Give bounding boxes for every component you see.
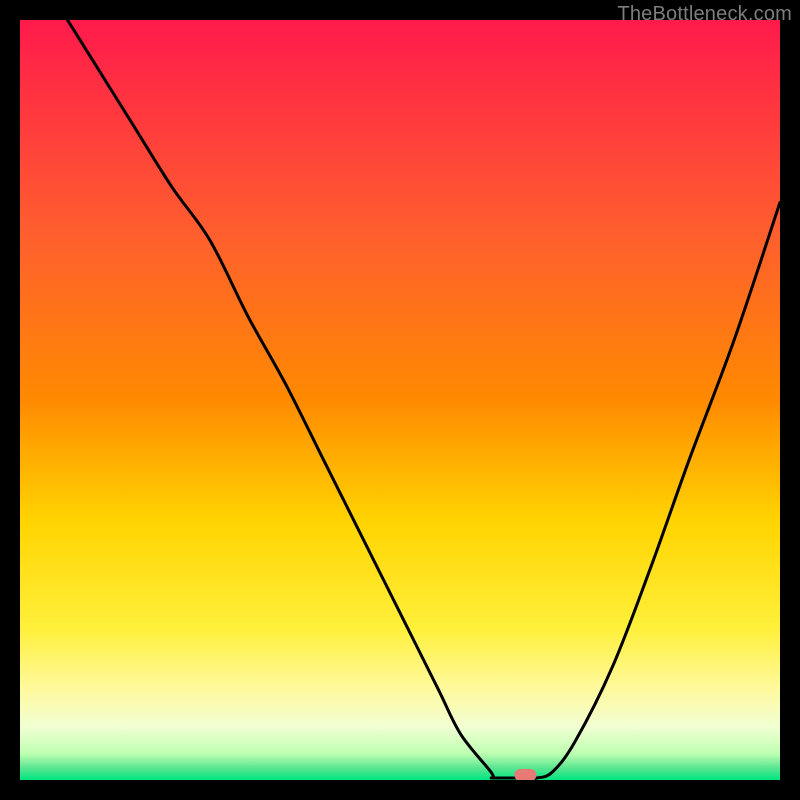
chart-svg xyxy=(20,20,780,780)
watermark-text: TheBottleneck.com xyxy=(617,3,792,26)
chart-stage: TheBottleneck.com xyxy=(0,0,800,800)
gradient-background xyxy=(20,20,780,780)
optimum-marker xyxy=(514,769,536,780)
plot-area xyxy=(20,20,780,780)
